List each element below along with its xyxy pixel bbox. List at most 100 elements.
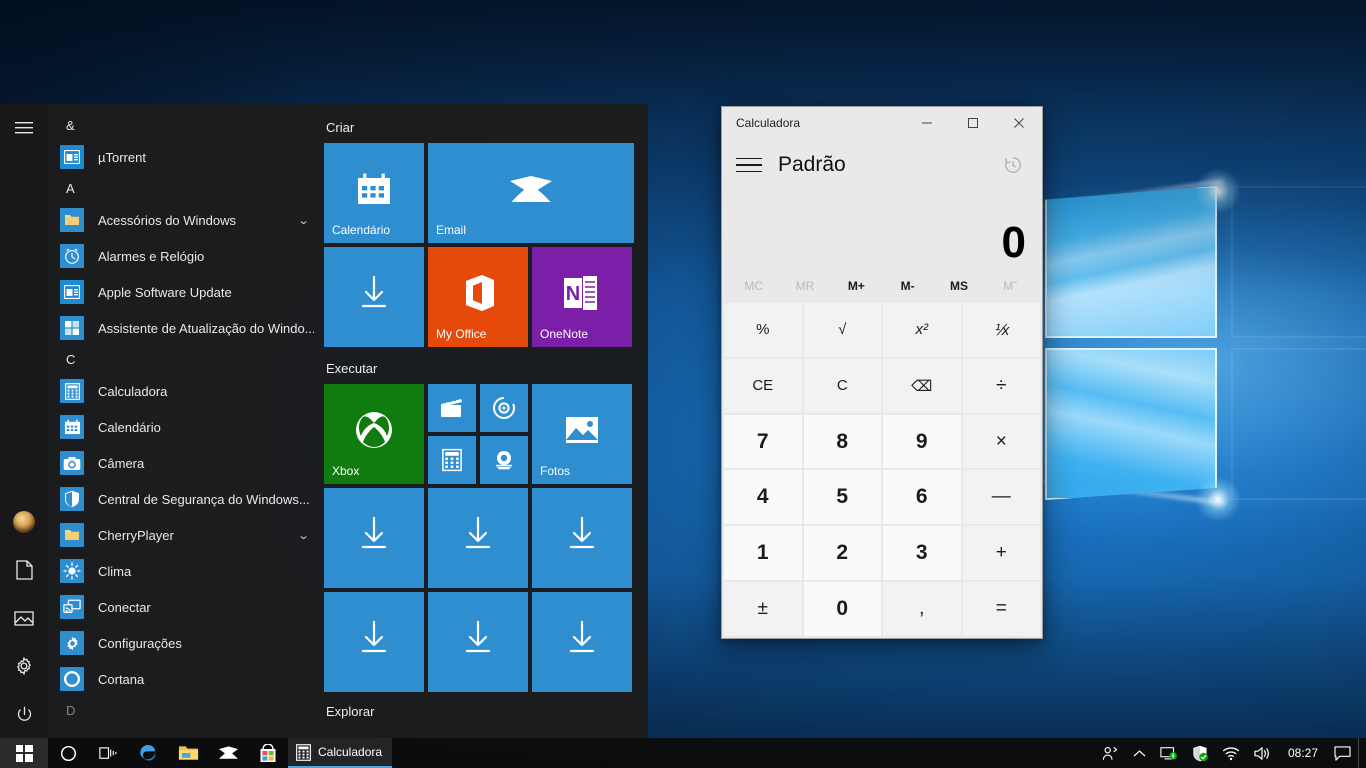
digit-6-key[interactable]: 6 [883,470,961,525]
windows-security-button[interactable] [1185,738,1215,768]
maximize-button[interactable] [950,107,996,139]
app-group-letter[interactable]: A [48,175,320,202]
multiply-key[interactable]: × [962,414,1040,469]
digit-7-key[interactable]: 7 [724,414,802,469]
documents-button[interactable] [0,546,48,594]
chevron-down-icon[interactable]: ⌄ [297,529,309,542]
tile-download-placeholder[interactable] [324,592,424,692]
add-key[interactable]: + [962,526,1040,581]
tile-download-placeholder[interactable] [324,247,424,347]
file-explorer-button[interactable] [168,738,208,768]
volume-button[interactable] [1247,738,1279,768]
equals-key[interactable]: = [962,582,1040,636]
app-list-item-clima[interactable]: Clima [48,553,320,589]
people-button[interactable] [1095,738,1126,768]
digit-3-key[interactable]: 3 [883,526,961,581]
navigation-menu-button[interactable] [732,148,766,182]
clear-key[interactable]: C [803,358,881,413]
app-list-item-cortana[interactable]: Cortana [48,661,320,697]
app-list-item-central-de-seguranca[interactable]: Central de Segurança do Windows... [48,481,320,517]
calculator-display[interactable]: 0 [722,191,1042,269]
app-group-letter-partial[interactable]: D [48,697,320,724]
sqrt-key[interactable]: √ [803,303,881,357]
memory-recall-button[interactable]: MR [779,271,830,301]
tile-download-placeholder[interactable] [428,488,528,588]
digit-2-key[interactable]: 2 [803,526,881,581]
chevron-down-icon[interactable]: ⌄ [297,214,309,227]
tile-fotos[interactable]: Fotos [532,384,632,484]
digit-8-key[interactable]: 8 [803,414,881,469]
digit-0-key[interactable]: 0 [803,582,881,636]
memory-subtract-button[interactable]: M- [882,271,933,301]
memory-list-button[interactable]: Mˇ [985,271,1036,301]
divide-key[interactable]: ÷ [962,358,1040,413]
reciprocal-key[interactable]: ⅟x [962,303,1040,357]
tile-group-title-explorar[interactable]: Explorar [326,704,648,719]
menu-expand-button[interactable] [0,104,48,152]
taskbar-window-calculadora[interactable]: Calculadora [288,738,393,768]
microsoft-edge-button[interactable] [128,738,168,768]
app-list-item-assistente-de-atualizacao[interactable]: Assistente de Atualização do Windo... [48,310,320,346]
tile-camera-web[interactable] [480,436,528,484]
backspace-key[interactable]: ⌫ [883,358,961,413]
tile-download-placeholder[interactable] [428,592,528,692]
power-button[interactable] [0,690,48,738]
clear-entry-key[interactable]: CE [724,358,802,413]
app-list-item-camera[interactable]: Câmera [48,445,320,481]
app-list-item-calculadora[interactable]: Calculadora [48,373,320,409]
memory-clear-button[interactable]: MC [728,271,779,301]
digit-5-key[interactable]: 5 [803,470,881,525]
display-settings-button[interactable] [1153,738,1185,768]
cortana-search-button[interactable] [48,738,88,768]
minimize-button[interactable] [904,107,950,139]
digit-9-key[interactable]: 9 [883,414,961,469]
memory-store-button[interactable]: MS [933,271,984,301]
subtract-key[interactable]: — [962,470,1040,525]
task-view-button[interactable] [88,738,128,768]
app-list-item-cherryplayer[interactable]: CherryPlayer ⌄ [48,517,320,553]
tile-calendario[interactable]: Calendário [324,143,424,243]
start-button[interactable] [0,738,48,768]
tile-onenote[interactable]: N OneNote [532,247,632,347]
app-list-item-conectar[interactable]: Conectar [48,589,320,625]
decimal-separator-key[interactable]: , [883,582,961,636]
tile-email[interactable]: Email [428,143,634,243]
app-list[interactable]: & µTorrent A Acessórios do Windows ⌄ Ala… [48,104,320,738]
app-list-item-utorrent[interactable]: µTorrent [48,139,320,175]
show-hidden-icons-button[interactable] [1126,738,1153,768]
app-list-item-alarmes-e-relogio[interactable]: Alarmes e Relógio [48,238,320,274]
memory-add-button[interactable]: M+ [831,271,882,301]
digit-4-key[interactable]: 4 [724,470,802,525]
tile-filmes-e-tv[interactable] [428,384,476,432]
app-list-item-acessorios-do-windows[interactable]: Acessórios do Windows ⌄ [48,202,320,238]
pictures-button[interactable] [0,594,48,642]
show-desktop-button[interactable] [1358,738,1366,768]
tile-calculadora[interactable] [428,436,476,484]
app-group-letter[interactable]: & [48,112,320,139]
settings-button[interactable] [0,642,48,690]
calculator-titlebar[interactable]: Calculadora [722,107,1042,139]
plus-minus-key[interactable]: ± [724,582,802,636]
action-center-button[interactable] [1327,738,1358,768]
tile-download-placeholder[interactable] [532,592,632,692]
tile-group-title-executar[interactable]: Executar [326,361,648,376]
clock[interactable]: 08:27 [1279,746,1327,760]
history-button[interactable] [998,150,1028,180]
app-list-item-configuracoes[interactable]: Configurações [48,625,320,661]
digit-1-key[interactable]: 1 [724,526,802,581]
mail-button[interactable] [208,738,248,768]
tile-download-placeholder[interactable] [532,488,632,588]
microsoft-store-button[interactable] [248,738,288,768]
tile-my-office[interactable]: My Office [428,247,528,347]
percent-key[interactable]: % [724,303,802,357]
tile-xbox[interactable]: Xbox [324,384,424,484]
network-button[interactable] [1215,738,1247,768]
app-list-item-apple-software-update[interactable]: Apple Software Update [48,274,320,310]
app-list-item-calendario[interactable]: Calendário [48,409,320,445]
user-account-button[interactable] [0,498,48,546]
app-group-letter[interactable]: C [48,346,320,373]
square-key[interactable]: x² [883,303,961,357]
close-button[interactable] [996,107,1042,139]
tile-group-title-criar[interactable]: Criar [326,120,648,135]
tile-download-placeholder[interactable] [324,488,424,588]
